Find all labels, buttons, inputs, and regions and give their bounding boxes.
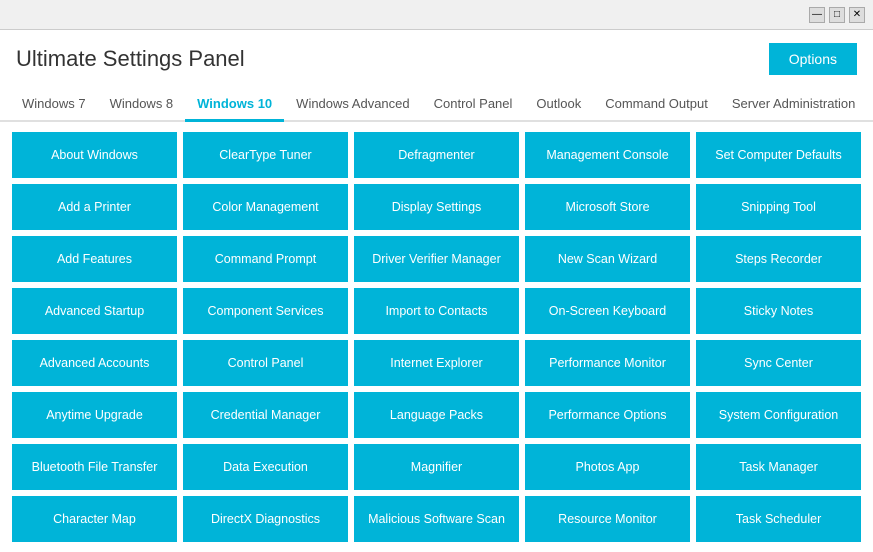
tile-performance-monitor[interactable]: Performance Monitor (525, 340, 690, 386)
tile-new-scan-wizard[interactable]: New Scan Wizard (525, 236, 690, 282)
tab-powershell[interactable]: Powershell (867, 88, 873, 122)
tile-internet-explorer[interactable]: Internet Explorer (354, 340, 519, 386)
tab-outlook[interactable]: Outlook (524, 88, 593, 122)
options-button[interactable]: Options (769, 43, 857, 75)
header: Ultimate Settings Panel Options (0, 30, 873, 88)
tile-driver-verifier-manager[interactable]: Driver Verifier Manager (354, 236, 519, 282)
tile-task-scheduler[interactable]: Task Scheduler (696, 496, 861, 542)
tile-malicious-software-scan[interactable]: Malicious Software Scan (354, 496, 519, 542)
tile-credential-manager[interactable]: Credential Manager (183, 392, 348, 438)
tab-windows-8[interactable]: Windows 8 (98, 88, 186, 122)
tile-photos-app[interactable]: Photos App (525, 444, 690, 490)
tile-defragmenter[interactable]: Defragmenter (354, 132, 519, 178)
tab-server-administration[interactable]: Server Administration (720, 88, 868, 122)
tile-import-to-contacts[interactable]: Import to Contacts (354, 288, 519, 334)
close-button[interactable]: ✕ (849, 7, 865, 23)
tile-about-windows[interactable]: About Windows (12, 132, 177, 178)
tile-component-services[interactable]: Component Services (183, 288, 348, 334)
tile-language-packs[interactable]: Language Packs (354, 392, 519, 438)
tile-advanced-accounts[interactable]: Advanced Accounts (12, 340, 177, 386)
maximize-button[interactable]: □ (829, 7, 845, 23)
minimize-button[interactable]: — (809, 7, 825, 23)
tile-display-settings[interactable]: Display Settings (354, 184, 519, 230)
tile-sticky-notes[interactable]: Sticky Notes (696, 288, 861, 334)
tile-microsoft-store[interactable]: Microsoft Store (525, 184, 690, 230)
tile-magnifier[interactable]: Magnifier (354, 444, 519, 490)
tab-windows-advanced[interactable]: Windows Advanced (284, 88, 421, 122)
tile-task-manager[interactable]: Task Manager (696, 444, 861, 490)
tile-anytime-upgrade[interactable]: Anytime Upgrade (12, 392, 177, 438)
tile-set-computer-defaults[interactable]: Set Computer Defaults (696, 132, 861, 178)
tile-cleartype-tuner[interactable]: ClearType Tuner (183, 132, 348, 178)
tile-add-features[interactable]: Add Features (12, 236, 177, 282)
tile-system-configuration[interactable]: System Configuration (696, 392, 861, 438)
tile-data-execution[interactable]: Data Execution (183, 444, 348, 490)
tab-bar: Windows 7Windows 8Windows 10Windows Adva… (0, 88, 873, 122)
tile-steps-recorder[interactable]: Steps Recorder (696, 236, 861, 282)
tab-windows-10[interactable]: Windows 10 (185, 88, 284, 122)
tile-control-panel[interactable]: Control Panel (183, 340, 348, 386)
tab-windows-7[interactable]: Windows 7 (10, 88, 98, 122)
tile-advanced-startup[interactable]: Advanced Startup (12, 288, 177, 334)
tiles-grid: About WindowsClearType TunerDefragmenter… (12, 132, 861, 542)
window-controls: — □ ✕ (809, 7, 865, 23)
tile-performance-options[interactable]: Performance Options (525, 392, 690, 438)
tile-directx-diagnostics[interactable]: DirectX Diagnostics (183, 496, 348, 542)
tile-add-a-printer[interactable]: Add a Printer (12, 184, 177, 230)
tile-color-management[interactable]: Color Management (183, 184, 348, 230)
content-area: About WindowsClearType TunerDefragmenter… (0, 122, 873, 552)
tile-resource-monitor[interactable]: Resource Monitor (525, 496, 690, 542)
tile-character-map[interactable]: Character Map (12, 496, 177, 542)
app-title: Ultimate Settings Panel (16, 46, 245, 72)
tile-snipping-tool[interactable]: Snipping Tool (696, 184, 861, 230)
tile-management-console[interactable]: Management Console (525, 132, 690, 178)
tab-command-output[interactable]: Command Output (593, 88, 720, 122)
tab-control-panel[interactable]: Control Panel (422, 88, 525, 122)
tile-on-screen-keyboard[interactable]: On-Screen Keyboard (525, 288, 690, 334)
tile-sync-center[interactable]: Sync Center (696, 340, 861, 386)
tile-bluetooth-file-transfer[interactable]: Bluetooth File Transfer (12, 444, 177, 490)
title-bar: — □ ✕ (0, 0, 873, 30)
tile-command-prompt[interactable]: Command Prompt (183, 236, 348, 282)
